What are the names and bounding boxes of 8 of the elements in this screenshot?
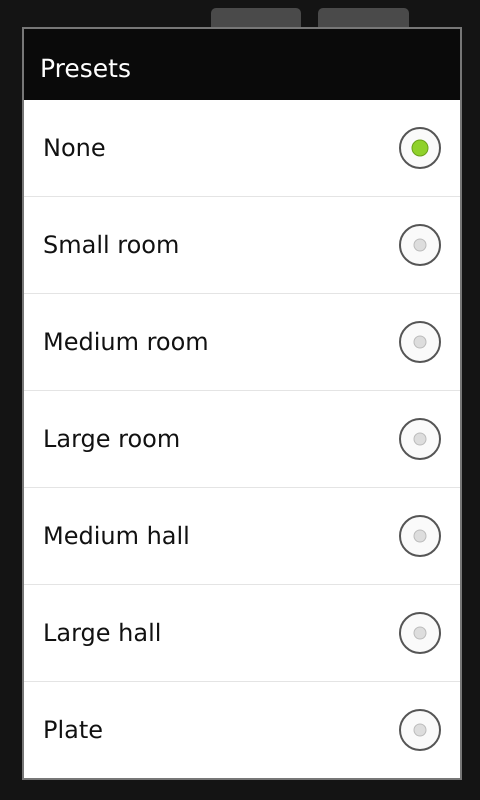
- radio-button[interactable]: [398, 320, 442, 364]
- radio-button[interactable]: [398, 126, 442, 170]
- radio-button[interactable]: [398, 417, 442, 461]
- radio-button[interactable]: [398, 514, 442, 558]
- radio-button[interactable]: [398, 223, 442, 267]
- radio-button[interactable]: [398, 708, 442, 752]
- dialog-title: Presets: [40, 54, 131, 84]
- radio-button[interactable]: [398, 611, 442, 655]
